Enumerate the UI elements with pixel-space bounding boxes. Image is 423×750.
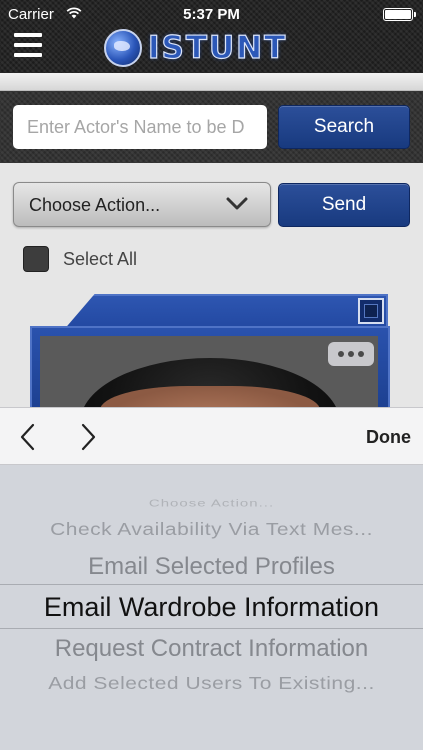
picker-option[interactable]: Add Selected Users To Existing... [0, 674, 423, 694]
search-button[interactable]: Search [278, 105, 410, 149]
done-button[interactable]: Done [366, 427, 411, 448]
chevron-down-icon [226, 197, 248, 210]
logo-text: ISTUNT [147, 29, 288, 66]
select-all-row[interactable]: Select All [23, 246, 137, 272]
select-all-label: Select All [63, 248, 138, 269]
choose-action-dropdown[interactable]: Choose Action... [13, 182, 271, 227]
choose-action-value: Choose Action... [29, 195, 161, 215]
header-divider-bar [0, 73, 423, 91]
more-dots-icon[interactable] [328, 342, 374, 366]
picker-option[interactable]: Email Selected Profiles [0, 553, 423, 581]
profile-card[interactable] [30, 294, 390, 416]
action-picker-wheel[interactable]: Choose Action... Check Availability Via … [0, 465, 423, 750]
profile-select-checkbox[interactable] [358, 298, 384, 324]
picker-toolbar: Done [0, 407, 423, 465]
chevron-right-icon[interactable] [74, 422, 102, 452]
hamburger-menu-icon[interactable] [14, 33, 42, 59]
status-bar: Carrier 5:37 PM [0, 0, 423, 30]
chevron-left-icon[interactable] [14, 422, 42, 452]
actor-search-input[interactable] [13, 105, 267, 149]
status-time: 5:37 PM [183, 6, 240, 23]
picker-option[interactable]: Check Availability Via Text Mes... [0, 520, 423, 540]
app-logo: ISTUNT [104, 28, 287, 68]
select-all-checkbox[interactable] [23, 246, 49, 272]
send-button[interactable]: Send [278, 183, 410, 227]
picker-option[interactable]: Request Contract Information [0, 635, 423, 663]
picker-selection-line-bottom [0, 628, 423, 629]
search-bar: Search [0, 91, 423, 163]
picker-selection-line-top [0, 584, 423, 585]
app-header: Carrier 5:37 PM ISTUNT [0, 0, 423, 73]
battery-icon [383, 8, 416, 21]
picker-option[interactable]: Choose Action... [0, 498, 423, 510]
globe-icon [104, 29, 142, 67]
picker-option-selected[interactable]: Email Wardrobe Information [0, 592, 423, 623]
